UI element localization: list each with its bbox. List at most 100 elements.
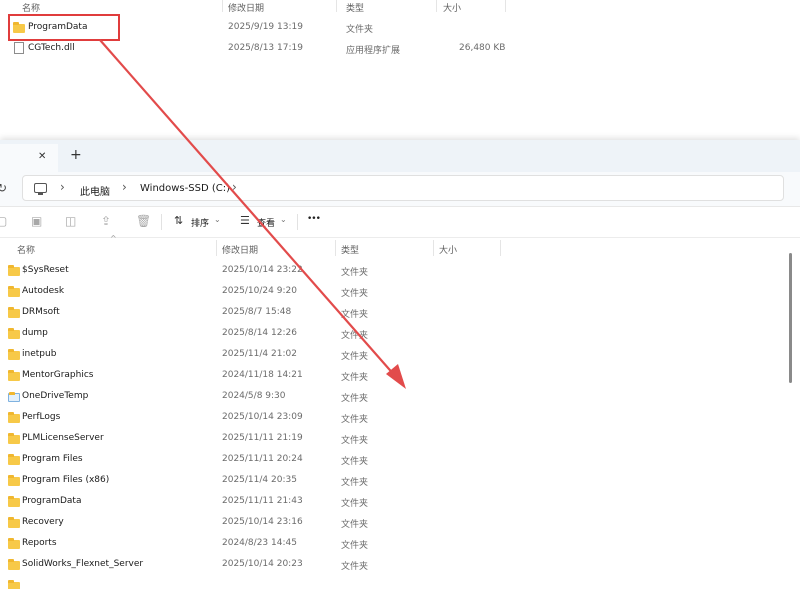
list-item[interactable]: ProgramData 2025/11/11 21:43 文件夹 [0, 491, 770, 512]
file-name: dump [22, 328, 48, 338]
file-date: 2025/10/14 23:22 [222, 265, 303, 275]
list-item[interactable]: SolidWorks_Flexnet_Server 2025/10/14 20:2… [0, 554, 770, 575]
list-item[interactable]: MentorGraphics 2024/11/18 14:21 文件夹 [0, 365, 770, 386]
refresh-icon[interactable]: ↻ [0, 181, 7, 195]
file-date: 2025/9/19 13:19 [228, 22, 303, 32]
file-name: PerfLogs [22, 412, 61, 422]
folder-icon [8, 433, 20, 444]
column-header-type[interactable]: 类型 [341, 243, 359, 256]
column-divider[interactable] [433, 240, 434, 256]
list-item[interactable]: Reports 2024/8/23 14:45 文件夹 [0, 533, 770, 554]
file-name: SolidWorks_Flexnet_Server [22, 559, 144, 569]
paste-icon[interactable]: ◫ [65, 214, 76, 228]
file-explorer-window: ✕ + ↻ › 此电脑 › Windows-SSD (C:) › ▢ ▣ ◫ ⇪… [0, 140, 800, 600]
list-item[interactable]: dump 2025/8/14 12:26 文件夹 [0, 323, 770, 344]
share-icon[interactable]: ⇪ [101, 214, 111, 228]
breadcrumb-drive[interactable]: Windows-SSD (C:) [140, 183, 230, 194]
column-header-date[interactable]: 修改日期 [222, 243, 258, 256]
sort-icon: ⇅ [174, 214, 184, 227]
chevron-down-icon[interactable]: ⌄ [214, 215, 221, 224]
list-item[interactable]: Recovery 2025/10/14 23:16 文件夹 [0, 512, 770, 533]
list-item[interactable]: PLMLicenseServer 2025/11/11 21:19 文件夹 [0, 428, 770, 449]
list-item[interactable]: CGTech.dll 2025/8/13 17:19 应用程序扩展 26,480… [0, 38, 520, 58]
list-header: ^ 名称 修改日期 类型 大小 [0, 234, 780, 258]
folder-icon [8, 286, 20, 297]
file-name: CGTech.dll [28, 43, 75, 53]
column-divider[interactable] [335, 240, 336, 256]
chevron-right-icon[interactable]: › [232, 180, 237, 194]
folder-icon [8, 307, 20, 318]
file-type: 文件夹 [341, 520, 369, 530]
computer-icon-stand [38, 193, 43, 195]
file-date: 2025/10/24 9:20 [222, 286, 297, 296]
file-type: 文件夹 [341, 541, 369, 551]
column-divider[interactable] [436, 0, 437, 12]
more-options-button[interactable]: ••• [307, 214, 321, 224]
column-divider[interactable] [505, 0, 506, 12]
file-type: 文件夹 [341, 310, 369, 320]
view-button[interactable]: 查看 [257, 216, 275, 229]
file-type: 文件夹 [341, 352, 369, 362]
cut-icon[interactable]: ▢ [0, 214, 7, 228]
folder-icon [8, 370, 20, 381]
column-header-name[interactable]: 名称 [17, 243, 35, 256]
breadcrumb-this-pc[interactable]: 此电脑 [80, 183, 110, 198]
column-divider[interactable] [336, 0, 337, 12]
close-tab-icon[interactable]: ✕ [38, 151, 46, 162]
chevron-right-icon[interactable]: › [60, 180, 65, 194]
file-name: inetpub [22, 349, 57, 359]
list-item[interactable]: Autodesk 2025/10/24 9:20 文件夹 [0, 281, 770, 302]
address-box[interactable]: › 此电脑 › Windows-SSD (C:) › [22, 175, 784, 201]
folder-icon [8, 392, 20, 402]
file-date: 2025/11/4 20:35 [222, 475, 297, 485]
file-name: OneDriveTemp [22, 391, 89, 401]
list-item[interactable] [0, 575, 770, 589]
folder-icon [8, 538, 20, 549]
file-name: $SysReset [22, 265, 69, 275]
file-type: 文件夹 [341, 457, 369, 467]
list-item[interactable]: Program Files (x86) 2025/11/4 20:35 文件夹 [0, 470, 770, 491]
chevron-right-icon[interactable]: › [122, 180, 127, 194]
file-name: Recovery [22, 517, 64, 527]
column-header-type[interactable]: 类型 [346, 1, 364, 14]
list-item[interactable]: inetpub 2025/11/4 21:02 文件夹 [0, 344, 770, 365]
folder-icon [8, 454, 20, 465]
list-item[interactable]: $SysReset 2025/10/14 23:22 文件夹 [0, 260, 770, 281]
chevron-down-icon[interactable]: ⌄ [280, 215, 287, 224]
file-type: 文件夹 [341, 289, 369, 299]
file-date: 2025/8/7 15:48 [222, 307, 292, 317]
view-icon: ☰ [240, 214, 250, 227]
column-header-size[interactable]: 大小 [439, 243, 457, 256]
file-date: 2024/11/18 14:21 [222, 370, 303, 380]
list-item[interactable]: Program Files 2025/11/11 20:24 文件夹 [0, 449, 770, 470]
tab-current[interactable]: ✕ [0, 144, 58, 172]
sort-button[interactable]: 排序 [191, 216, 209, 229]
column-header-name[interactable]: 名称 [22, 1, 40, 14]
file-name: ProgramData [22, 496, 82, 506]
file-type: 文件夹 [346, 25, 374, 35]
toolbar-divider [161, 214, 162, 230]
list-item[interactable]: PerfLogs 2025/10/14 23:09 文件夹 [0, 407, 770, 428]
file-date: 2025/11/11 21:19 [222, 433, 303, 443]
folder-icon [8, 517, 20, 528]
column-divider[interactable] [222, 0, 223, 12]
folder-icon [8, 412, 20, 423]
column-divider[interactable] [216, 240, 217, 256]
file-date: 2025/10/14 20:23 [222, 559, 303, 569]
list-item[interactable]: DRMsoft 2025/8/7 15:48 文件夹 [0, 302, 770, 323]
column-header-size[interactable]: 大小 [443, 1, 461, 14]
file-type: 文件夹 [341, 268, 369, 278]
vertical-scrollbar[interactable] [786, 245, 796, 600]
column-header-date[interactable]: 修改日期 [228, 1, 264, 14]
new-tab-button[interactable]: + [70, 147, 82, 163]
delete-icon[interactable]: 🗑 [136, 214, 151, 228]
list-item[interactable]: OneDriveTemp 2024/5/8 9:30 文件夹 [0, 386, 770, 407]
column-divider[interactable] [500, 240, 501, 256]
file-name: Program Files (x86) [22, 475, 110, 485]
scrollbar-thumb[interactable] [789, 253, 792, 383]
sort-ascending-icon: ^ [110, 234, 117, 243]
file-date: 2025/11/4 21:02 [222, 349, 297, 359]
file-type: 文件夹 [341, 478, 369, 488]
folder-icon [8, 265, 20, 276]
copy-icon[interactable]: ▣ [31, 214, 42, 228]
